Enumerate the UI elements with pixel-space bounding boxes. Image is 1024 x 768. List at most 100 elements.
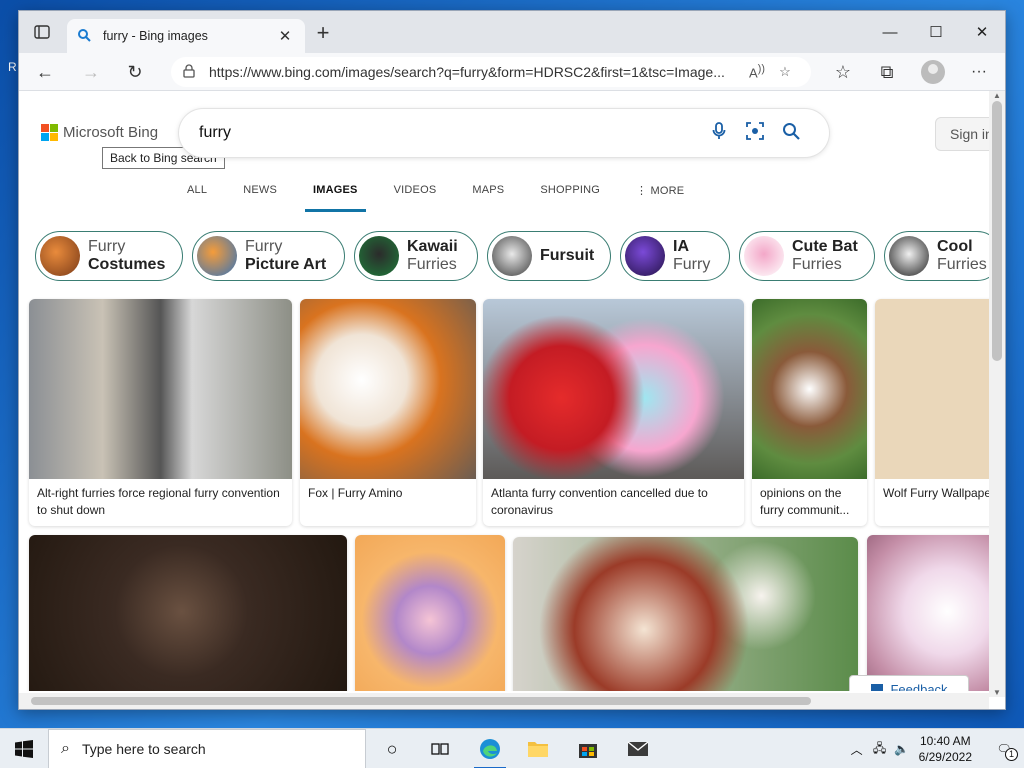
settings-more-button[interactable]: ···	[963, 59, 995, 85]
scroll-up-icon[interactable]: ▲	[989, 91, 1005, 100]
clock-date: 6/29/2022	[918, 750, 972, 764]
start-button[interactable]	[0, 729, 48, 768]
chip-line2: Furries	[407, 256, 457, 273]
nav-news[interactable]: NEWS	[243, 184, 277, 212]
image-result[interactable]: Fox | Furry Amino	[300, 299, 476, 526]
visual-search-icon[interactable]	[737, 121, 773, 145]
result-caption: Atlanta furry convention cancelled due t…	[491, 486, 708, 517]
result-caption: Alt-right furries force regional furry c…	[37, 486, 280, 517]
volume-icon[interactable]: 🔈	[891, 742, 913, 756]
taskbar-search[interactable]: ⌕ Type here to search	[48, 729, 366, 768]
feedback-icon	[871, 684, 884, 691]
result-thumbnail	[29, 299, 292, 479]
chip-line2: Furries	[792, 256, 842, 273]
image-result[interactable]: Atlanta furry convention cancelled due t…	[483, 299, 744, 526]
arrow-right-icon: →	[82, 61, 100, 82]
collections-button[interactable]: ⧉	[871, 59, 903, 85]
image-result[interactable]: opinions on the furry communit...	[752, 299, 867, 526]
chip-furry-costumes[interactable]: Furry Costumes	[35, 231, 183, 281]
favorites-list-icon: ☆	[834, 61, 852, 82]
mail-icon[interactable]	[614, 729, 662, 768]
new-tab-button[interactable]: +	[311, 22, 335, 44]
clock[interactable]: 10:40 AM 6/29/2022	[919, 733, 972, 765]
windows-logo-icon	[15, 740, 33, 758]
network-icon[interactable]: 🖧	[869, 739, 891, 760]
chip-kawaii-furries[interactable]: Kawaii Furries	[354, 231, 478, 281]
task-view-button[interactable]: ○	[368, 729, 416, 768]
scrollbar-thumb[interactable]	[31, 697, 811, 705]
chip-fursuit[interactable]: Fursuit	[487, 231, 611, 281]
feedback-button[interactable]: Feedback	[849, 675, 969, 691]
taskbar: ⌕ Type here to search ○ ︿ 🖧 🔈 10:40 AM 6…	[0, 728, 1024, 768]
result-thumbnail	[355, 535, 505, 691]
chevron-up-icon[interactable]: ︿	[845, 741, 869, 758]
arrow-left-icon: ←	[36, 61, 54, 82]
chip-line1: Cute Bat	[792, 238, 858, 255]
nav-maps[interactable]: MAPS	[472, 184, 504, 212]
image-result[interactable]	[867, 535, 989, 691]
horizontal-scrollbar[interactable]	[19, 693, 989, 709]
search-box[interactable]: furry	[179, 109, 829, 157]
nav-shopping[interactable]: SHOPPING	[540, 184, 600, 212]
result-thumbnail	[483, 299, 744, 479]
result-thumbnail	[300, 299, 476, 479]
microphone-icon[interactable]	[701, 121, 737, 145]
result-thumbnail	[29, 535, 347, 691]
vertical-scrollbar[interactable]: ▲ ▼	[989, 91, 1005, 697]
chip-cute-bat-furries[interactable]: Cute Bat Furries	[739, 231, 875, 281]
minimize-button[interactable]: —	[867, 11, 913, 53]
file-explorer-icon[interactable]	[514, 729, 562, 768]
chip-line2: Furry	[673, 256, 711, 273]
task-view-icon[interactable]	[416, 729, 464, 768]
lock-icon	[183, 63, 209, 81]
bing-logo[interactable]: Microsoft Bing	[41, 124, 158, 141]
scrollbar-thumb[interactable]	[992, 101, 1002, 361]
read-aloud-icon[interactable]: A))	[743, 63, 771, 80]
nav-videos[interactable]: VIDEOS	[394, 184, 437, 212]
browser-window: furry - Bing images ✕ + — ☐ ✕ ← → ↻ http…	[18, 10, 1006, 710]
image-result[interactable]	[513, 537, 858, 691]
back-button[interactable]: ←	[29, 59, 61, 85]
image-result[interactable]	[29, 535, 347, 691]
maximize-button[interactable]: ☐	[913, 11, 959, 53]
result-thumbnail	[513, 537, 858, 691]
tab-bing-images[interactable]: furry - Bing images ✕	[67, 19, 305, 53]
search-icon[interactable]	[773, 122, 809, 145]
tab-actions-button[interactable]	[27, 19, 57, 45]
url-field[interactable]: https://www.bing.com/images/search?q=fur…	[171, 57, 811, 87]
forward-button[interactable]: →	[75, 59, 107, 85]
search-input[interactable]: furry	[199, 124, 701, 142]
chip-furry-picture-art[interactable]: Furry Picture Art	[192, 231, 345, 281]
nav-all[interactable]: ALL	[187, 184, 207, 212]
refresh-button[interactable]: ↻	[119, 59, 151, 85]
edge-taskbar-icon[interactable]	[466, 729, 514, 768]
chip-line2: Costumes	[88, 256, 166, 273]
notification-button[interactable]: 🗨 1	[984, 742, 1024, 761]
close-window-button[interactable]: ✕	[959, 11, 1005, 53]
add-favorite-icon[interactable]: ☆	[771, 64, 799, 80]
nav-more[interactable]: ⋮ MORE	[636, 184, 684, 212]
chip-ia-furry[interactable]: IA Furry	[620, 231, 730, 281]
tab-close-icon[interactable]: ✕	[275, 27, 295, 45]
image-result[interactable]: Alt-right furries force regional furry c…	[29, 299, 292, 526]
search-icon: ⌕	[61, 740, 70, 757]
result-thumbnail	[875, 299, 989, 479]
favorites-button[interactable]: ☆	[827, 59, 859, 85]
bing-page: Microsoft Bing Back to Bing search furry…	[19, 91, 989, 691]
chip-thumbnail	[359, 236, 399, 276]
refresh-icon: ↻	[127, 61, 143, 82]
sign-in-button[interactable]: Sign in	[935, 117, 989, 151]
chip-thumbnail	[744, 236, 784, 276]
clock-time: 10:40 AM	[919, 734, 971, 748]
nav-images[interactable]: IMAGES	[305, 184, 366, 212]
image-result[interactable]	[355, 535, 505, 691]
bing-search-favicon-icon	[77, 28, 95, 45]
store-icon[interactable]	[564, 729, 612, 768]
chip-line1: Furry	[245, 238, 283, 255]
profile-avatar[interactable]	[921, 60, 945, 84]
image-result[interactable]: Wolf Furry Wallpape	[875, 299, 989, 526]
scroll-down-icon[interactable]: ▼	[989, 688, 1005, 697]
tab-actions-icon	[34, 25, 50, 39]
chip-cool-furries[interactable]: Cool Furries	[884, 231, 989, 281]
tab-bar: furry - Bing images ✕ + — ☐ ✕	[19, 11, 1005, 53]
